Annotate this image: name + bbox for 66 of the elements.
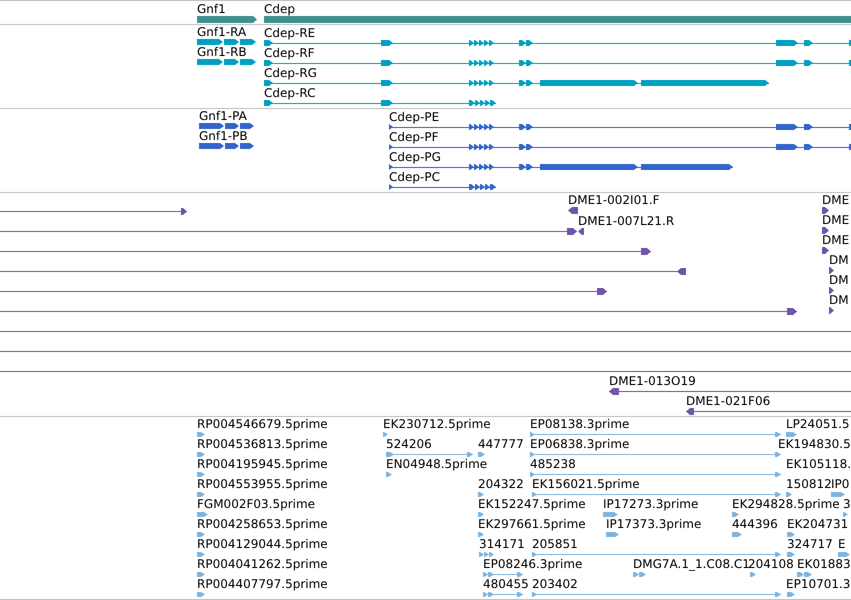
feature-label: EP10701.3: [786, 577, 850, 591]
feature-label: 205851: [532, 537, 578, 551]
feature-label: 204322: [478, 477, 524, 491]
feature-label: E: [838, 537, 846, 551]
feature-label: RP004129044.5prime: [197, 537, 328, 551]
feature-label: EK105118.: [786, 457, 851, 471]
feature-label: DM: [829, 273, 849, 287]
gene-label: Gnf1-RB: [197, 45, 247, 59]
gene-label: Gnf1-PB: [199, 129, 248, 143]
feature-label: DME: [822, 213, 850, 227]
gene-label: Cdep-PC: [389, 170, 440, 184]
feature-label: RP004195945.5prime: [197, 457, 328, 471]
feature-label: DMG7A.1_1.C08.C1: [633, 557, 750, 571]
gene-label: Cdep-RE: [264, 26, 316, 40]
feature-label: 204108: [748, 557, 794, 571]
feature-label: 324717: [787, 537, 833, 551]
gene-label: Cdep-PF: [389, 130, 438, 144]
feature-label: 203402: [532, 577, 578, 591]
gene-label: Gnf1-RA: [197, 25, 246, 39]
feature-label: RP004536813.5prime: [197, 437, 328, 451]
gene-label: Cdep-RG: [264, 66, 317, 80]
feature-label: RP004407797.5prime: [197, 577, 328, 591]
feature-label: DME1-021F06: [686, 394, 770, 408]
feature-label: 3: [843, 497, 851, 511]
gene-label: Cdep-PG: [389, 150, 441, 164]
feature-label: EN04948.5prime: [386, 457, 488, 471]
gene-label: Cdep: [264, 2, 295, 16]
feature-label: 485238: [530, 457, 576, 471]
feature-label: DME: [822, 233, 850, 247]
feature-label: EK01883: [797, 557, 851, 571]
feature-label: RP004546679.5prime: [197, 417, 328, 431]
feature-label: DME1-002I01.F: [568, 193, 660, 207]
feature-label: EK152247.5prime: [478, 497, 586, 511]
feature-label: DM: [829, 293, 849, 307]
gene-label: Cdep-RF: [264, 46, 315, 60]
gene-label: Gnf1: [197, 2, 226, 16]
feature-label: DM: [829, 253, 849, 267]
feature-label: RP004041262.5prime: [197, 557, 328, 571]
feature-label: 447777: [478, 437, 524, 451]
feature-label: DME1-007L21.R: [578, 214, 674, 228]
feature-label: 524206: [386, 437, 432, 451]
feature-label: RP004258653.5prime: [197, 517, 328, 531]
feature-label: EK230712.5prime: [383, 417, 491, 431]
feature-label: EK294828.5prime: [732, 497, 840, 511]
gene-label: Gnf1-PA: [199, 109, 247, 123]
gene-label: Cdep-PE: [389, 110, 440, 124]
feature-label: EK204731: [787, 517, 848, 531]
gene-label: Cdep-RC: [264, 86, 316, 100]
feature-label: EK194830.5: [778, 437, 851, 451]
feature-label: IP0: [831, 477, 850, 491]
feature-label: EP08138.3prime: [530, 417, 630, 431]
feature-label: IP17373.3prime: [606, 517, 702, 531]
feature-label: 150812: [786, 477, 832, 491]
feature-label: LP24051.5: [786, 417, 850, 431]
feature-label: RP004553955.5prime: [197, 477, 328, 491]
feature-label: EK297661.5prime: [478, 517, 586, 531]
feature-label: EP06838.3prime: [530, 437, 630, 451]
feature-label: EK156021.5prime: [532, 477, 640, 491]
feature-label: 480455: [483, 577, 529, 591]
feature-label: DME: [822, 193, 850, 207]
feature-label: FGM002F03.5prime: [197, 497, 316, 511]
feature-label: IP17273.3prime: [603, 497, 698, 511]
feature-label: 444396: [732, 517, 778, 531]
feature-label: EP08246.3prime: [483, 557, 582, 571]
feature-label: 314171: [479, 537, 525, 551]
feature-label: DME1-013O19: [609, 374, 696, 388]
